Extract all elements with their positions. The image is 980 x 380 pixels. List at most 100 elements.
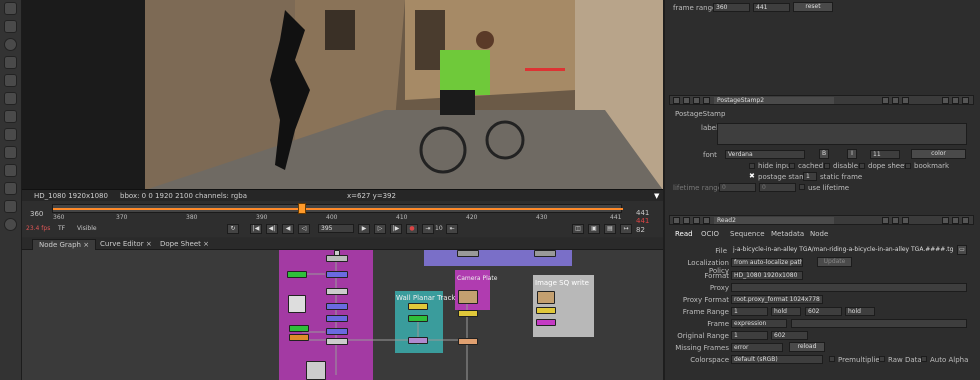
node[interactable] [289, 334, 309, 341]
close-icon[interactable] [962, 217, 969, 224]
node[interactable] [326, 303, 348, 310]
bold-button[interactable]: B [819, 149, 829, 159]
visible-dropdown[interactable]: Visible [77, 225, 97, 232]
lifetime-start-field[interactable]: 0 [719, 183, 756, 192]
frame-field[interactable]: 395 [318, 224, 354, 233]
record-icon[interactable]: ● [406, 224, 418, 234]
before-dropdown[interactable]: hold [771, 307, 801, 316]
reload-button[interactable]: reload [789, 342, 825, 352]
node[interactable] [457, 250, 479, 257]
undo-icon[interactable] [882, 97, 889, 104]
loop-icon[interactable]: ↻ [227, 224, 239, 234]
disable-checkbox[interactable] [824, 163, 830, 169]
collapse-icon[interactable] [673, 97, 680, 104]
next-key-icon[interactable]: |▶ [390, 224, 402, 234]
node-thumbnail[interactable] [306, 361, 326, 380]
file-field[interactable]: j-a-bicycle-in-an-alley TGA/man-riding-a… [731, 246, 953, 255]
lock-icon[interactable]: ▤ [604, 224, 616, 234]
dropdown-arrow-icon[interactable]: ▼ [654, 192, 659, 200]
postage-stamp-check-icon[interactable]: ✖ [749, 172, 755, 180]
help-icon[interactable] [942, 97, 949, 104]
reset-button[interactable]: reset [793, 2, 833, 12]
missing-frames-dropdown[interactable]: error [731, 343, 783, 352]
font-dropdown[interactable]: Verdana [725, 150, 805, 159]
timeline[interactable]: 360 441 441 360 370 380 390 400 410 420 … [22, 201, 663, 237]
hide-input-checkbox[interactable] [749, 163, 755, 169]
revert-icon[interactable] [902, 217, 909, 224]
float-icon[interactable] [683, 217, 690, 224]
auto-alpha-checkbox[interactable] [921, 356, 927, 362]
play-icon[interactable]: ▶ [358, 224, 370, 234]
tab-ocio[interactable]: OCIO [701, 230, 719, 238]
node[interactable] [326, 338, 348, 345]
node[interactable] [326, 315, 348, 322]
float-icon[interactable] [683, 97, 690, 104]
help-icon[interactable] [942, 217, 949, 224]
postage-stamp-titlebar[interactable]: PostageStamp2 [669, 95, 974, 105]
close-icon[interactable]: × [203, 240, 209, 248]
end-icon[interactable]: ↦ [620, 224, 632, 234]
italic-button[interactable]: I [847, 149, 857, 159]
draw-icon[interactable] [4, 20, 17, 33]
folder-icon[interactable]: ▭ [957, 245, 967, 255]
revert-icon[interactable] [902, 97, 909, 104]
bookmark-checkbox[interactable] [905, 163, 911, 169]
frame-expression-field[interactable] [791, 319, 967, 328]
node[interactable] [534, 250, 556, 257]
node[interactable] [408, 337, 428, 344]
proxy-field[interactable] [731, 283, 967, 292]
node[interactable] [458, 338, 478, 345]
after-dropdown[interactable]: hold [845, 307, 875, 316]
play-back-icon[interactable]: ◁ [298, 224, 310, 234]
node[interactable] [326, 288, 348, 295]
raw-data-checkbox[interactable] [879, 356, 885, 362]
tab-node-graph[interactable]: Node Graph × [32, 239, 97, 250]
node[interactable] [408, 315, 428, 322]
node-graph[interactable]: Wall Planar Tracker Camera Plate Image S… [22, 250, 663, 380]
keyer-icon[interactable] [4, 110, 17, 123]
font-size-field[interactable]: 11 [870, 150, 900, 159]
snapshot-icon[interactable]: ◫ [572, 224, 584, 234]
colorspace-dropdown[interactable]: default (sRGB) [731, 355, 823, 364]
original-range-end[interactable]: 602 [771, 331, 808, 340]
image-icon[interactable] [4, 2, 17, 15]
undo-icon[interactable] [882, 217, 889, 224]
localization-policy-dropdown[interactable]: from auto-localize path [731, 258, 803, 267]
metadata-icon[interactable] [4, 200, 17, 213]
node[interactable] [536, 319, 556, 326]
color-icon[interactable] [4, 74, 17, 87]
tab-dope-sheet[interactable]: Dope Sheet × [154, 239, 215, 250]
premultiplied-checkbox[interactable] [829, 356, 835, 362]
node-color-icon[interactable] [693, 217, 700, 224]
prev-key-icon[interactable]: ◀| [266, 224, 278, 234]
tab-curve-editor[interactable]: Curve Editor × [94, 239, 158, 250]
lifetime-end-field[interactable]: 0 [759, 183, 796, 192]
node[interactable] [326, 328, 348, 335]
merge-icon[interactable] [4, 128, 17, 141]
dope-sheet-checkbox[interactable] [859, 163, 865, 169]
format-dropdown[interactable]: HD_1080 1920x1080 [731, 271, 803, 280]
node-thumbnail[interactable] [458, 290, 478, 304]
tab-metadata[interactable]: Metadata [771, 230, 804, 238]
node-thumbnail[interactable] [288, 295, 306, 313]
timeline-track[interactable] [52, 203, 623, 214]
node-color-icon[interactable] [693, 97, 700, 104]
settings-icon[interactable] [703, 97, 710, 104]
node[interactable] [408, 303, 428, 310]
viewer[interactable] [22, 0, 663, 190]
first-frame-icon[interactable]: |◀ [250, 224, 262, 234]
redo-icon[interactable] [892, 97, 899, 104]
step-value[interactable]: 10 [435, 225, 443, 232]
tab-sequence[interactable]: Sequence [730, 230, 765, 238]
node-thumbnail[interactable] [537, 291, 555, 304]
node[interactable] [326, 271, 348, 278]
node-name-field[interactable]: Read2 [714, 217, 834, 224]
original-range-start[interactable]: 1 [731, 331, 768, 340]
end-field[interactable]: 82 [636, 226, 645, 234]
color-button[interactable]: color [911, 149, 966, 159]
other-icon[interactable] [4, 218, 17, 231]
redo-icon[interactable] [892, 217, 899, 224]
skip-forward-icon[interactable]: ⇤ [446, 224, 458, 234]
label-field[interactable] [717, 123, 967, 145]
minimize-icon[interactable] [952, 97, 959, 104]
